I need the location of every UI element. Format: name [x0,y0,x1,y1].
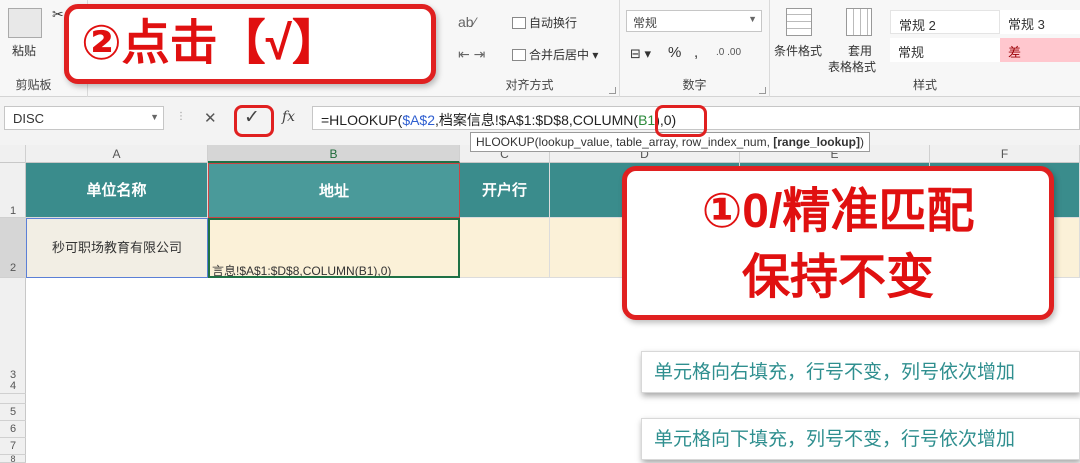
cell-b1[interactable]: 地址 [208,163,460,218]
row-header-1[interactable]: 1 [0,163,26,218]
number-group: 常规 ▼ ⊟ ▾ % , .0 .00 数字 [620,0,770,97]
style-normal3[interactable]: 常规 3 [1000,10,1080,34]
clipboard-icon [8,8,42,38]
wrap-text-icon [512,17,526,29]
cancel-icon[interactable]: ✕ [204,109,217,127]
merge-icon [512,49,526,61]
number-group-label: 数字 [682,78,707,92]
table-format-label-2[interactable]: 表格格式 [828,58,876,75]
step2-callout: ②点击【√】 [64,4,436,84]
number-launcher-icon[interactable] [759,87,766,94]
row-header-3[interactable]: 3 [0,278,26,394]
row-header-6[interactable]: 6 [0,421,26,438]
chevron-down-icon: ▼ [748,14,757,24]
row-header-2[interactable]: 2 [0,218,26,278]
name-box-value: DISC [13,111,45,126]
alignment-launcher-icon[interactable] [609,87,616,94]
conditional-format-button[interactable]: 条件格式 [774,42,822,59]
row-header-8[interactable]: 8 [0,455,26,463]
select-all-corner[interactable] [0,145,26,163]
cell-a2[interactable]: 秒可职场教育有限公司 [26,218,208,278]
insert-function-icon[interactable]: fx [282,109,295,125]
step1-line1: ①0/精准匹配 [701,185,975,238]
wrap-text-button[interactable]: 自动换行 [512,14,577,31]
tooltip-end: ) [859,135,864,149]
cell-b2[interactable]: 言息!$A$1:$D$8,COLUMN(B1),0) [208,218,460,278]
wrap-text-label: 自动换行 [529,16,578,30]
indent-icon[interactable]: ⇤ ⇥ [458,46,485,63]
column-header-f[interactable]: F [930,145,1080,163]
decimal-icon[interactable]: .0 .00 [716,47,741,58]
step1-line2: 保持不变 [741,251,934,304]
column-header-b[interactable]: B [208,145,460,163]
row-header-4[interactable]: 4 [0,380,26,404]
grip-icon: ⋮ [176,111,186,122]
merge-center-label: 合并后居中 [529,48,590,62]
cell-a1[interactable]: 单位名称 [26,163,208,218]
orientation-icon[interactable]: ab⁄ [458,14,476,30]
step1-callout: ①0/精准匹配 保持不变 [622,166,1054,320]
table-format-icon [846,8,872,36]
cell-c1[interactable]: 开户行 [460,163,550,218]
conditional-format-icon [786,8,812,36]
comma-button[interactable]: , [694,44,698,61]
style-bad[interactable]: 差 [1000,38,1080,62]
formula-ref: $A$2 [402,112,436,128]
formula-ref2: B1 [638,112,656,128]
alignment-group-label: 对齐方式 [505,78,554,92]
number-format-value: 常规 [633,16,658,30]
row-header-7[interactable]: 7 [0,438,26,455]
tooltip-bold: [range_lookup] [773,135,860,149]
formula-part1: =HLOOKUP( [321,112,403,128]
name-box[interactable]: DISC ▼ [4,106,164,130]
styles-group: 条件格式 套用 表格格式 常规 2 常规 3 常规 差 样式 [770,0,1080,97]
cut-icon[interactable]: ✂ [52,6,64,23]
row-header-5[interactable]: 5 [0,404,26,421]
match-arg-highlight [655,105,707,137]
number-format-select[interactable]: 常规 ▼ [626,10,762,32]
note-fill-down: 单元格向下填充，列号不变，行号依次增加 [641,418,1080,460]
enter-highlight [234,105,274,137]
column-header-a[interactable]: A [26,145,208,163]
cell-c2[interactable] [460,218,550,278]
row-headers: 1 2 3 4 5 6 7 8 [0,163,26,463]
paste-button[interactable]: 粘贴 [12,42,36,59]
tooltip-text: HLOOKUP(lookup_value, table_array, row_i… [476,135,774,149]
row-header-4-label: 4 [9,380,17,392]
style-normal[interactable]: 常规 [890,38,1000,62]
note-fill-right: 单元格向右填充，行号不变，列号依次增加 [641,351,1080,393]
table-format-label-1[interactable]: 套用 [848,42,872,59]
alignment-group: ab⁄ 自动换行 ⇤ ⇥ 合并后居中 ▾ 对齐方式 [440,0,620,97]
currency-icon[interactable]: ⊟ ▾ [630,46,651,62]
styles-group-label: 样式 [912,78,937,92]
chevron-down-icon: ▼ [150,112,159,122]
merge-center-button[interactable]: 合并后居中 ▾ [512,46,598,63]
percent-button[interactable]: % [668,44,681,61]
formula-part2: ,档案信息!$A$1:$D$8,COLUMN( [435,112,639,128]
style-normal2[interactable]: 常规 2 [890,10,1000,34]
